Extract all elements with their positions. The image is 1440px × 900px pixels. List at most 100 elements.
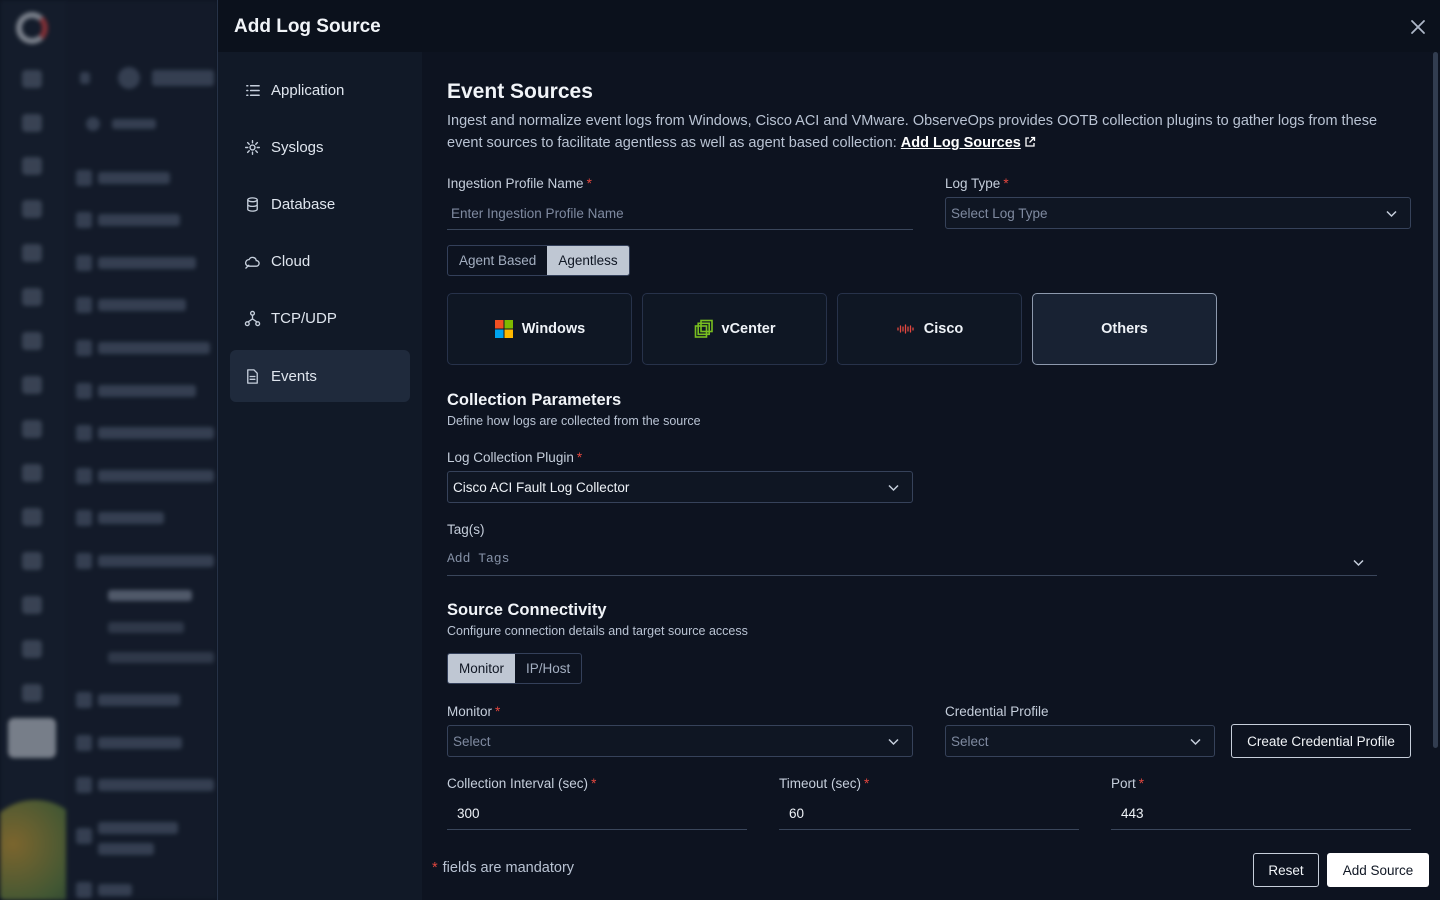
background-rail-icon	[22, 157, 42, 175]
section-title-event-sources: Event Sources	[447, 80, 593, 103]
background-menu-text	[98, 470, 214, 482]
collection-interval-input[interactable]: 300	[447, 797, 747, 830]
create-credential-profile-button[interactable]: Create Credential Profile	[1231, 724, 1411, 758]
background-menu-icon	[76, 828, 92, 844]
background-menu-text	[98, 779, 214, 791]
target-mode-toggle: Monitor IP/Host	[447, 653, 583, 684]
required-marker: *	[495, 704, 501, 719]
credential-profile-select[interactable]: Select	[945, 725, 1215, 757]
background-submenu-text	[108, 652, 214, 663]
background-back-icon	[80, 72, 90, 84]
sidebar-item-label: Events	[271, 367, 317, 385]
required-marker: *	[576, 450, 583, 465]
scrollbar[interactable]	[1433, 52, 1438, 748]
source-card-label: Windows	[521, 321, 586, 337]
background-menu-icon	[76, 425, 92, 441]
section-subtitle-source-connectivity: Configure connection details and target …	[447, 624, 748, 638]
log-type-select[interactable]: Select Log Type	[945, 197, 1411, 229]
sidebar-item-label: TCP/UDP	[271, 309, 337, 327]
background-search-icon	[86, 117, 100, 131]
background-menu-icon	[76, 777, 92, 793]
background-app	[0, 0, 218, 900]
background-menu-icon	[76, 383, 92, 399]
sidebar-item-database[interactable]: Database	[230, 178, 410, 230]
ingestion-profile-label: Ingestion Profile Name *	[447, 176, 592, 191]
background-menu-text	[98, 694, 180, 706]
event-sources-description: Ingest and normalize event logs from Win…	[447, 110, 1412, 154]
add-log-source-modal: Add Log Source Application Syslogs Datab…	[217, 0, 1440, 900]
sidebar-item-tcp-udp[interactable]: TCP/UDP	[230, 292, 410, 344]
sidebar-item-events[interactable]: Events	[230, 350, 410, 402]
chevron-down-icon	[1353, 559, 1364, 567]
background-menu-text	[98, 822, 178, 834]
background-rail-icon	[22, 376, 42, 394]
add-log-sources-link[interactable]: Add Log Sources	[901, 135, 1021, 151]
list-icon	[243, 81, 261, 99]
background-menu-icon	[76, 553, 92, 569]
section-title-source-connectivity: Source Connectivity	[447, 601, 607, 619]
required-marker: *	[1003, 176, 1009, 191]
sidebar-item-application[interactable]: Application	[230, 64, 410, 116]
background-icon-rail	[0, 0, 90, 900]
credential-profile-label: Credential Profile	[945, 704, 1049, 719]
chevron-down-icon	[1190, 738, 1201, 746]
background-menu-text	[98, 843, 154, 855]
document-icon	[243, 367, 261, 385]
background-rail-icon	[22, 596, 42, 614]
log-collection-plugin-select[interactable]: Cisco ACI Fault Log Collector	[447, 471, 913, 503]
cloud-icon	[243, 252, 261, 270]
background-rail-icon	[22, 114, 42, 132]
background-menu-icon	[76, 735, 92, 751]
external-link-icon	[1025, 136, 1035, 147]
background-rail-icon	[22, 552, 42, 570]
background-rail-icon	[22, 244, 42, 262]
ingestion-profile-input[interactable]: Enter Ingestion Profile Name	[447, 197, 913, 230]
sidebar-item-label: Cloud	[271, 252, 311, 270]
timeout-label: Timeout (sec) *	[779, 776, 870, 791]
background-rail-icon	[22, 200, 42, 218]
log-type-label: Log Type *	[945, 176, 1009, 191]
background-rail-icon	[22, 420, 42, 438]
tags-input[interactable]: Add Tags	[447, 542, 1377, 576]
tags-placeholder: Add Tags	[447, 551, 510, 566]
background-rail-icon	[22, 640, 42, 658]
background-menu-text	[98, 214, 180, 226]
ip-host-option[interactable]: IP/Host	[515, 654, 581, 683]
agentless-option[interactable]: Agentless	[547, 246, 629, 275]
monitor-label: Monitor *	[447, 704, 501, 719]
background-menu-icon	[76, 212, 92, 228]
background-menu-text	[98, 427, 214, 439]
background-menu-text	[98, 884, 132, 896]
sidebar-item-syslogs[interactable]: Syslogs	[230, 121, 410, 173]
sidebar-item-label: Database	[271, 195, 336, 213]
background-rail-icon-active	[8, 718, 56, 758]
source-card-cisco[interactable]: Cisco	[837, 293, 1022, 365]
required-marker: *	[1138, 776, 1145, 791]
required-marker: *	[586, 176, 592, 191]
add-source-button[interactable]: Add Source	[1327, 853, 1429, 887]
timeout-input[interactable]: 60	[779, 797, 1079, 830]
reset-button[interactable]: Reset	[1253, 853, 1319, 887]
background-menu-text	[98, 342, 210, 354]
required-marker: *	[864, 776, 870, 791]
log-collection-plugin-label: Log Collection Plugin *	[447, 450, 583, 465]
source-card-others[interactable]: Others	[1032, 293, 1217, 365]
background-menu-text	[98, 385, 196, 397]
monitor-option[interactable]: Monitor	[448, 654, 516, 683]
sidebar-item-cloud[interactable]: Cloud	[230, 235, 410, 287]
source-card-vcenter[interactable]: vCenter	[642, 293, 827, 365]
port-input[interactable]: 443	[1111, 797, 1411, 830]
tags-label: Tag(s)	[447, 522, 485, 537]
close-icon	[1411, 20, 1425, 34]
port-label: Port *	[1111, 776, 1145, 791]
background-menu-icon	[76, 340, 92, 356]
background-menu-text	[98, 257, 196, 269]
background-menu-icon	[76, 255, 92, 271]
required-marker: *	[591, 776, 597, 791]
background-settings-panel	[66, 0, 218, 900]
source-card-windows[interactable]: Windows	[447, 293, 632, 365]
background-menu-icon	[76, 297, 92, 313]
agent-based-option[interactable]: Agent Based	[448, 246, 547, 275]
close-button[interactable]	[1407, 16, 1429, 38]
monitor-select[interactable]: Select	[447, 725, 913, 757]
